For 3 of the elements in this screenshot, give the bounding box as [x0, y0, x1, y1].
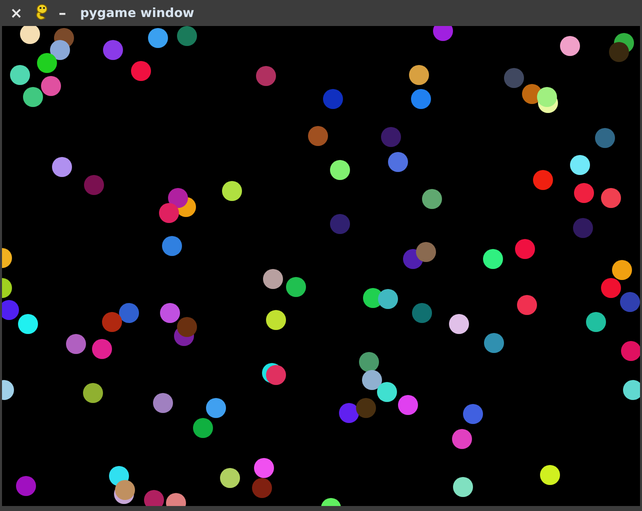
minimize-button[interactable]: – — [56, 6, 68, 20]
window-title: pygame window — [80, 4, 194, 22]
close-button[interactable]: × — [8, 6, 25, 20]
